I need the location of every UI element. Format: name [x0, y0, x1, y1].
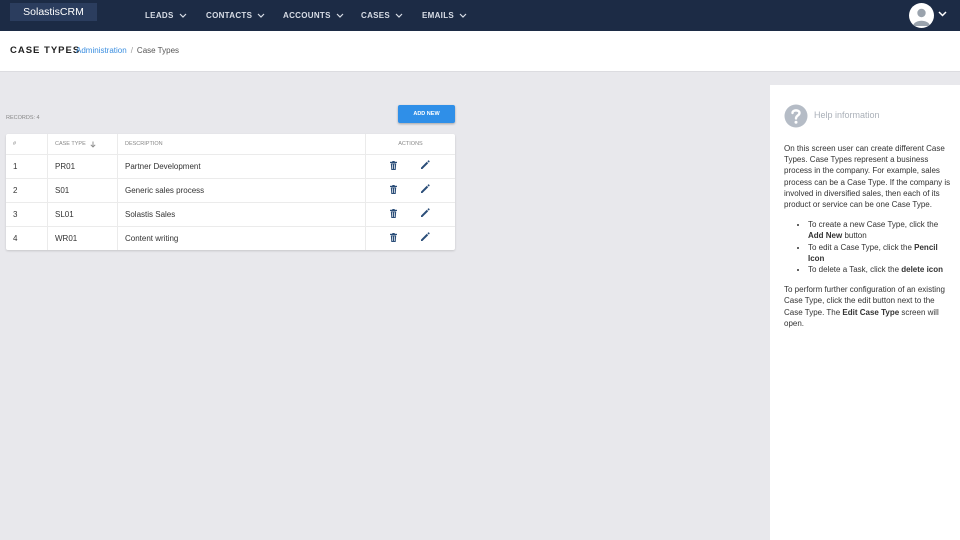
column-header-case-type-label: CASE TYPE: [55, 141, 86, 147]
nav-accounts[interactable]: ACCOUNTS: [283, 9, 344, 21]
help-bullet-text: To edit a Case Type, click the: [808, 242, 915, 252]
top-navbar: SolastisCRM LEADS CONTACTS ACCOUNTS CASE…: [0, 0, 960, 31]
pencil-icon[interactable]: [420, 232, 430, 244]
case-type-description: Partner Development: [125, 162, 201, 171]
column-divider: [117, 134, 118, 154]
page-title: CASE TYPES: [10, 45, 81, 56]
nav-leads-label: LEADS: [145, 10, 174, 20]
column-header-case-type[interactable]: CASE TYPE: [55, 134, 96, 154]
case-type-code: PR01: [55, 162, 76, 171]
table-row[interactable]: 4 WR01 Content writing: [6, 226, 455, 250]
app-logo[interactable]: SolastisCRM: [10, 3, 97, 21]
nav-emails[interactable]: EMAILS: [422, 9, 467, 21]
pencil-icon[interactable]: [420, 208, 430, 220]
column-divider: [365, 155, 366, 178]
help-bullet-text: To create a new Case Type, click the: [808, 220, 939, 230]
column-header-description: DESCRIPTION: [125, 141, 163, 147]
case-type-description: Content writing: [125, 234, 179, 243]
help-bullet: To delete a Task, click the delete icon: [808, 264, 952, 275]
table-row[interactable]: 3 SL01 Solastis Sales: [6, 202, 455, 226]
nav-cases-label: CASES: [361, 10, 391, 20]
add-new-button[interactable]: ADD NEW: [398, 105, 455, 123]
nav-accounts-label: ACCOUNTS: [283, 10, 331, 20]
nav-emails-label: EMAILS: [422, 10, 455, 20]
column-divider: [47, 155, 48, 178]
help-body: On this screen user can create different…: [784, 143, 952, 329]
chevron-down-icon: [179, 13, 187, 18]
breadcrumb: Administration / Case Types: [76, 46, 179, 55]
column-divider: [117, 227, 118, 250]
help-panel: Help information On this screen user can…: [770, 85, 960, 540]
trash-icon[interactable]: [390, 161, 397, 172]
row-number: 4: [13, 234, 18, 243]
row-number: 1: [13, 162, 18, 171]
records-count: RECORDS: 4: [6, 115, 40, 121]
column-header-number: #: [13, 141, 17, 147]
pencil-icon[interactable]: [420, 160, 430, 172]
nav-cases[interactable]: CASES: [361, 9, 403, 21]
help-bullet-text: To delete a Task, click the: [808, 265, 902, 275]
help-title: Help information: [814, 110, 880, 120]
column-divider: [365, 179, 366, 202]
help-bullet-bold: Add New: [808, 231, 843, 241]
help-question-icon: [784, 104, 808, 128]
sort-arrow-down-icon: [90, 141, 96, 148]
row-number: 2: [13, 186, 18, 195]
help-outro-bold: Edit Case Type: [842, 307, 900, 317]
table-row[interactable]: 2 S01 Generic sales process: [6, 178, 455, 202]
help-bullet: To create a new Case Type, click the Add…: [808, 219, 952, 241]
nav-contacts-label: CONTACTS: [206, 10, 253, 20]
help-bullet-bold: delete icon: [901, 265, 944, 275]
help-bullet: To edit a Case Type, click the Pencil Ic…: [808, 242, 952, 264]
user-avatar[interactable]: [909, 3, 934, 28]
column-divider: [117, 155, 118, 178]
case-types-table: # CASE TYPE DESCRIPTION ACTIONS 1 PR01 Par…: [6, 134, 455, 250]
help-bullet-list: To create a new Case Type, click the Add…: [784, 219, 952, 275]
column-divider: [47, 227, 48, 250]
pencil-icon[interactable]: [420, 184, 430, 196]
chevron-down-icon: [257, 13, 265, 18]
help-intro: On this screen user can create different…: [784, 144, 951, 210]
user-icon: [913, 8, 930, 26]
page-header: CASE TYPES Administration / Case Types: [0, 31, 960, 72]
trash-icon[interactable]: [390, 233, 397, 244]
breadcrumb-administration[interactable]: Administration: [76, 46, 127, 55]
case-type-code: WR01: [55, 234, 78, 243]
nav-contacts[interactable]: CONTACTS: [206, 9, 265, 21]
column-divider: [47, 134, 48, 154]
column-divider: [117, 179, 118, 202]
help-bullet-text: button: [842, 231, 867, 241]
column-divider: [47, 179, 48, 202]
column-divider: [365, 203, 366, 226]
help-outro: To perform further configuration of an e…: [784, 284, 952, 329]
case-type-description: Solastis Sales: [125, 210, 176, 219]
chevron-down-icon: [459, 13, 467, 18]
case-type-code: SL01: [55, 210, 74, 219]
column-divider: [47, 203, 48, 226]
nav-leads[interactable]: LEADS: [145, 9, 187, 21]
column-header-actions: ACTIONS: [398, 141, 423, 147]
trash-icon[interactable]: [390, 209, 397, 220]
chevron-down-icon: [336, 13, 344, 18]
trash-icon[interactable]: [390, 185, 397, 196]
breadcrumb-separator: /: [130, 46, 133, 55]
table-row[interactable]: 1 PR01 Partner Development: [6, 154, 455, 178]
row-number: 3: [13, 210, 18, 219]
case-type-code: S01: [55, 186, 70, 195]
column-divider: [365, 227, 366, 250]
case-type-description: Generic sales process: [125, 186, 205, 195]
breadcrumb-current: Case Types: [136, 46, 180, 55]
table-header-row: # CASE TYPE DESCRIPTION ACTIONS: [6, 134, 455, 154]
chevron-down-icon: [395, 13, 403, 18]
user-menu-chevron-icon[interactable]: [938, 11, 947, 17]
column-divider: [117, 203, 118, 226]
